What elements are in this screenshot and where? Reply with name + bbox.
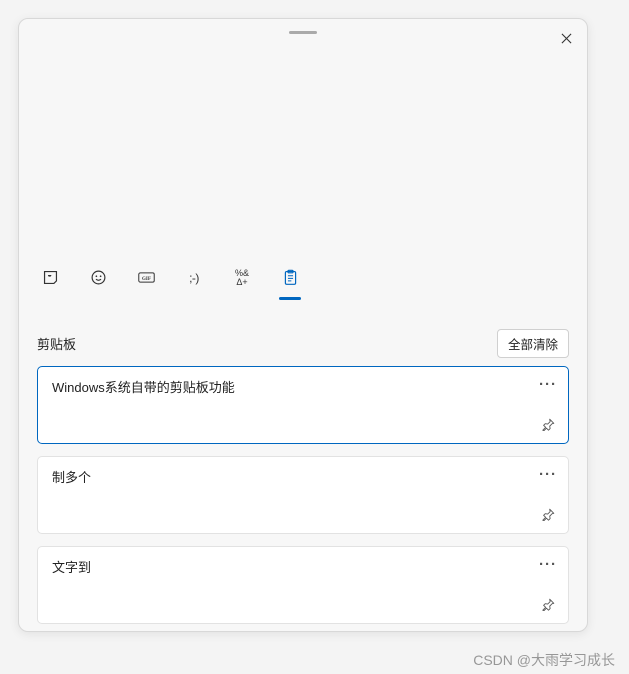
tab-symbols[interactable]: %& Δ+ — [229, 260, 255, 296]
more-icon: ··· — [539, 563, 557, 567]
more-icon: ··· — [539, 383, 557, 387]
section-title: 剪贴板 — [37, 334, 76, 353]
close-button[interactable] — [555, 27, 577, 49]
clip-actions: ··· — [538, 465, 558, 525]
symbols-icon-line2: Δ+ — [236, 278, 247, 287]
kaomoji-icon: ;-) — [189, 271, 199, 285]
tab-emoji[interactable] — [85, 260, 111, 296]
sticker-icon — [42, 269, 59, 286]
clipboard-item[interactable]: 制多个··· — [37, 456, 569, 534]
emoji-icon — [90, 269, 107, 286]
gif-icon: GIF — [138, 269, 155, 286]
clipboard-icon — [282, 269, 299, 286]
tab-clipboard[interactable] — [277, 260, 303, 296]
clipboard-section-header: 剪贴板 全部清除 — [19, 315, 587, 366]
clipboard-item-text: 制多个 — [52, 467, 554, 529]
pin-icon — [542, 598, 555, 611]
clip-actions: ··· — [538, 375, 558, 435]
more-options-button[interactable]: ··· — [538, 465, 558, 485]
tab-recent[interactable] — [37, 260, 63, 296]
pin-button[interactable] — [538, 415, 558, 435]
clipboard-item[interactable]: 文字到··· — [37, 546, 569, 624]
close-icon — [561, 33, 572, 44]
emoji-clipboard-panel: GIF ;-) %& Δ+ 剪贴板 全部清除 Windows系统自带的剪贴板功能… — [18, 18, 588, 632]
clipboard-item-text: Windows系统自带的剪贴板功能 — [52, 377, 554, 439]
tab-kaomoji[interactable]: ;-) — [181, 260, 207, 296]
more-icon: ··· — [539, 473, 557, 477]
preview-area — [19, 19, 587, 259]
clip-actions: ··· — [538, 555, 558, 615]
more-options-button[interactable]: ··· — [538, 555, 558, 575]
pin-button[interactable] — [538, 505, 558, 525]
pin-icon — [542, 508, 555, 521]
clear-all-button[interactable]: 全部清除 — [497, 329, 569, 358]
watermark: CSDN @大雨学习成长 — [473, 650, 615, 670]
svg-text:GIF: GIF — [142, 277, 151, 282]
clipboard-item-text: 文字到 — [52, 557, 554, 619]
tab-gif[interactable]: GIF — [133, 260, 159, 296]
pin-icon — [542, 418, 555, 431]
clipboard-item[interactable]: Windows系统自带的剪贴板功能··· — [37, 366, 569, 444]
clipboard-list: Windows系统自带的剪贴板功能···制多个···文字到··· — [19, 366, 587, 631]
drag-handle[interactable] — [289, 31, 317, 34]
more-options-button[interactable]: ··· — [538, 375, 558, 395]
category-tabs: GIF ;-) %& Δ+ — [19, 259, 587, 297]
pin-button[interactable] — [538, 595, 558, 615]
